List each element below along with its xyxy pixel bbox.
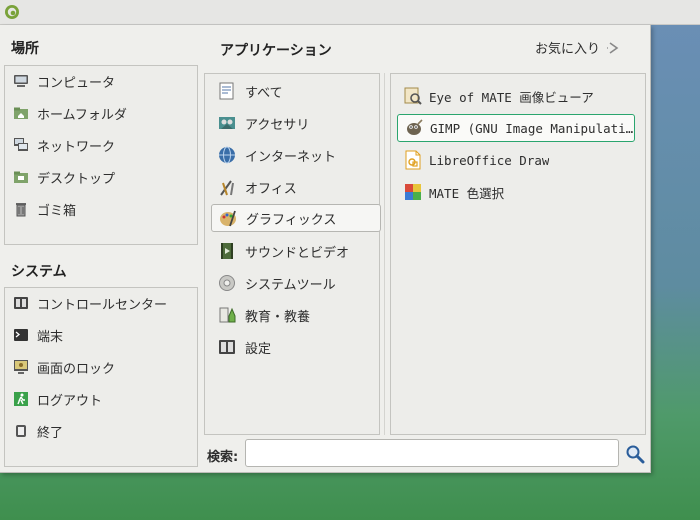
office-icon — [220, 180, 234, 196]
places-item-desktop[interactable]: デスクトップ — [9, 164, 115, 190]
category-graphics[interactable]: グラフィックス — [211, 204, 381, 232]
category-label: アクセサリ — [245, 117, 310, 133]
trash-icon — [16, 203, 26, 217]
places-item-network[interactable]: ネットワーク — [9, 132, 115, 158]
applications-list-panel: Eye of MATE 画像ビューア GIMP (GNU Image Manip… — [390, 73, 646, 435]
places-panel: コンピュータ ホームフォルダ ネットワーク デスクトップ ゴミ箱 — [4, 65, 198, 245]
search-icon[interactable] — [625, 444, 645, 464]
places-item-label: ホームフォルダ — [37, 107, 127, 123]
sound-video-icon — [221, 243, 233, 259]
category-office[interactable]: オフィス — [211, 173, 381, 201]
places-item-computer[interactable]: コンピュータ — [9, 68, 115, 94]
terminal-icon — [14, 329, 28, 341]
arrow-right-icon — [607, 41, 619, 54]
app-label: GIMP (GNU Image Manipulation Program) — [430, 120, 634, 136]
favorites-label: お気に入り — [535, 42, 601, 57]
system-item-shutdown[interactable]: 終了 — [9, 418, 63, 444]
system-heading: システム — [11, 264, 67, 280]
internet-icon — [219, 146, 235, 164]
system-item-label: 端末 — [37, 329, 64, 345]
color-picker-icon — [405, 184, 421, 200]
system-item-label: 終了 — [37, 425, 64, 441]
favorites-button[interactable]: お気に入り — [535, 38, 622, 57]
system-item-label: コントロールセンター — [37, 297, 168, 313]
category-label: すべて — [245, 85, 283, 101]
category-label: インターネット — [245, 149, 337, 165]
search-label: 検索: — [207, 450, 239, 465]
desktop-folder-icon — [14, 171, 28, 183]
settings-icon — [219, 340, 235, 354]
image-viewer-icon — [404, 87, 422, 105]
places-item-trash[interactable]: ゴミ箱 — [9, 196, 76, 222]
category-label: オフィス — [245, 181, 297, 197]
app-label: MATE 色選択 — [429, 185, 505, 201]
places-item-label: デスクトップ — [37, 171, 116, 187]
system-panel: コントロールセンター 端末 画面のロック ログアウト 終了 — [4, 287, 198, 467]
system-item-label: ログアウト — [37, 393, 103, 409]
places-heading: 場所 — [11, 41, 39, 57]
libreoffice-draw-icon — [405, 150, 421, 170]
system-item-lock-screen[interactable]: 画面のロック — [9, 354, 115, 380]
category-label: システムツール — [245, 277, 336, 293]
top-panel — [0, 0, 700, 25]
accessories-icon — [219, 117, 235, 129]
places-item-label: ネットワーク — [37, 139, 116, 155]
home-folder-icon — [14, 107, 28, 119]
system-item-control-center[interactable]: コントロールセンター — [9, 290, 167, 316]
places-item-label: コンピュータ — [37, 75, 116, 91]
places-item-label: ゴミ箱 — [37, 203, 77, 219]
category-sound-video[interactable]: サウンドとビデオ — [211, 237, 381, 265]
logout-icon — [14, 392, 28, 406]
app-label: Eye of MATE 画像ビューア — [429, 89, 594, 105]
education-icon — [219, 307, 236, 323]
category-system-tools[interactable]: システムツール — [211, 269, 381, 297]
network-icon — [14, 138, 28, 151]
control-center-icon — [14, 297, 28, 309]
app-item-eye-of-mate[interactable]: Eye of MATE 画像ビューア — [397, 82, 635, 110]
category-settings[interactable]: 設定 — [211, 333, 381, 361]
app-item-mate-color-picker[interactable]: MATE 色選択 — [397, 178, 635, 206]
applications-heading: アプリケーション — [220, 43, 332, 59]
main-menu: 場所 コンピュータ ホームフォルダ ネットワーク デスクトップ ゴミ箱 システム… — [0, 25, 651, 473]
computer-icon — [14, 75, 28, 87]
category-all[interactable]: すべて — [211, 77, 381, 105]
category-internet[interactable]: インターネット — [211, 141, 381, 169]
all-apps-icon — [219, 82, 234, 100]
category-education[interactable]: 教育・教養 — [211, 301, 381, 329]
system-item-terminal[interactable]: 端末 — [9, 322, 63, 348]
app-item-libreoffice-draw[interactable]: LibreOffice Draw — [397, 146, 635, 174]
system-item-logout[interactable]: ログアウト — [9, 386, 102, 412]
system-item-label: 画面のロック — [37, 361, 116, 377]
category-label: 教育・教養 — [245, 309, 311, 325]
places-item-home[interactable]: ホームフォルダ — [9, 100, 127, 126]
category-accessories[interactable]: アクセサリ — [211, 109, 381, 137]
lock-screen-icon — [14, 360, 28, 374]
system-tools-icon — [219, 275, 235, 291]
search-input[interactable] — [245, 439, 619, 467]
mate-logo-icon[interactable] — [4, 4, 20, 20]
shutdown-icon — [16, 425, 26, 437]
categories-panel: すべて アクセサリ インターネット オフィス グラフィックス サウンドとビデオ … — [204, 73, 381, 435]
category-label: グラフィックス — [246, 212, 337, 228]
app-item-gimp[interactable]: GIMP (GNU Image Manipulation Program) — [397, 114, 635, 142]
panel-divider — [384, 73, 385, 435]
gimp-icon — [407, 119, 423, 135]
app-label: LibreOffice Draw — [429, 152, 550, 168]
graphics-icon — [220, 210, 236, 227]
category-label: 設定 — [245, 341, 272, 357]
category-label: サウンドとビデオ — [245, 245, 350, 261]
